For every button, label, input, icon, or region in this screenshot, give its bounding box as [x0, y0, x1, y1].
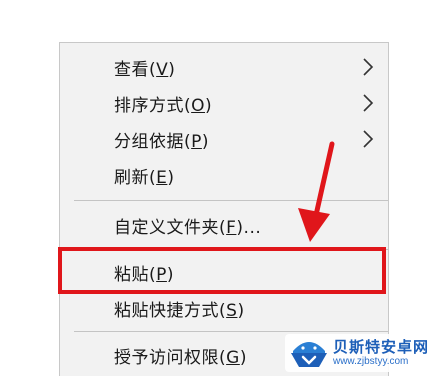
chevron-right-icon — [363, 94, 374, 112]
menu-item-label: 查看(V) — [114, 59, 176, 80]
menu-item-view[interactable]: 查看(V) — [60, 50, 388, 84]
android-logo-icon — [290, 342, 327, 367]
screenshot-stage: 查看(V) 排序方式(O) 分组依据(P) 刷新(E) 自定义文件夹(F)...… — [0, 0, 441, 376]
menu-item-sort[interactable]: 排序方式(O) — [60, 86, 388, 120]
menu-item-label: 授予访问权限(G) — [114, 347, 247, 368]
menu-item-label: 粘贴快捷方式(S) — [114, 300, 245, 321]
chevron-right-icon — [363, 130, 374, 148]
red-arrow-icon — [298, 141, 335, 242]
menu-separator — [74, 331, 388, 332]
menu-item-label: 刷新(E) — [114, 167, 175, 188]
watermark-url: www.zjbstyy.com — [332, 355, 409, 367]
watermark-title: 贝斯特安卓网 — [332, 338, 429, 357]
site-watermark: 贝斯特安卓网 www.zjbstyy.com — [284, 334, 435, 372]
menu-item-paste-shortcut[interactable]: 粘贴快捷方式(S) — [60, 291, 388, 325]
menu-item-label: 排序方式(O) — [114, 95, 213, 116]
paste-highlight-box — [58, 247, 386, 294]
chevron-right-icon — [363, 58, 374, 76]
menu-item-label: 分组依据(P) — [114, 131, 210, 152]
watermark-text: 贝斯特安卓网 www.zjbstyy.com — [333, 339, 429, 367]
menu-item-label: 自定义文件夹(F)... — [114, 217, 262, 238]
